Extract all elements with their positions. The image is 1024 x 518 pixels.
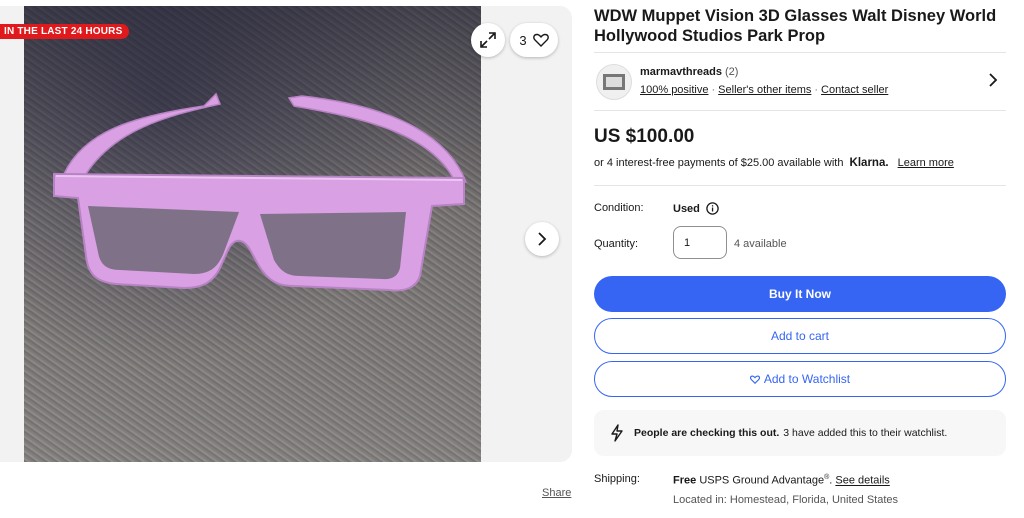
- divider: [594, 185, 1006, 186]
- next-image-button[interactable]: [525, 222, 559, 256]
- divider: [594, 52, 1006, 53]
- add-to-watchlist-button[interactable]: Add to Watchlist: [594, 361, 1006, 397]
- installments-info: or 4 interest-free payments of $25.00 av…: [594, 157, 954, 169]
- condition-label: Condition:: [594, 202, 644, 214]
- installments-text: or 4 interest-free payments of $25.00 av…: [594, 157, 844, 169]
- seller-avatar[interactable]: [596, 64, 632, 100]
- shipping-value: Free USPS Ground Advantage®. See details: [673, 474, 890, 487]
- condition-value: Used: [673, 202, 700, 215]
- registered-mark: ®: [824, 474, 830, 481]
- chevron-right-icon: [538, 232, 547, 246]
- expand-icon: [480, 32, 496, 48]
- seller-feedback-count: (2): [725, 66, 739, 78]
- seller-name-row[interactable]: marmavthreads (2): [640, 66, 738, 78]
- divider: [594, 110, 1006, 111]
- heart-icon: [532, 33, 549, 47]
- quantity-available: 4 available: [734, 238, 787, 250]
- watchers-signal: People are checking this out. 3 have add…: [594, 410, 1006, 456]
- see-details-link[interactable]: See details: [835, 475, 889, 487]
- quantity-input[interactable]: 1: [673, 226, 727, 259]
- watch-count-button[interactable]: 3: [510, 23, 558, 57]
- signal-bold: People are checking this out.: [634, 427, 780, 439]
- seller-name[interactable]: marmavthreads: [640, 66, 722, 78]
- seller-other-items-link[interactable]: Seller's other items: [718, 84, 811, 96]
- share-link[interactable]: Share: [542, 487, 571, 499]
- image-gallery: IN THE LAST 24 HOURS 3: [0, 6, 572, 462]
- recent-activity-badge: IN THE LAST 24 HOURS: [0, 24, 130, 39]
- buy-it-now-button[interactable]: Buy It Now: [594, 276, 1006, 312]
- shipping-service: USPS Ground Advantage: [699, 474, 825, 487]
- learn-more-link[interactable]: Learn more: [898, 157, 954, 169]
- add-to-watchlist-label: Add to Watchlist: [763, 372, 851, 386]
- shipping-free: Free: [673, 474, 697, 487]
- signal-text: 3 have added this to their watchlist.: [783, 427, 948, 439]
- store-logo-icon: [603, 74, 625, 90]
- lightning-icon: [610, 424, 624, 442]
- listing-title: WDW Muppet Vision 3D Glasses Walt Disney…: [594, 7, 997, 45]
- condition-value-row: Used: [673, 202, 719, 215]
- seller-positive-link[interactable]: 100% positive: [640, 84, 709, 96]
- heart-icon: [749, 374, 760, 384]
- info-icon[interactable]: [706, 202, 719, 215]
- chevron-right-icon[interactable]: [988, 72, 998, 88]
- item-price: US $100.00: [594, 126, 695, 147]
- shipping-label: Shipping:: [594, 473, 640, 485]
- contact-seller-link[interactable]: Contact seller: [821, 84, 888, 96]
- expand-image-button[interactable]: [471, 23, 505, 57]
- klarna-logo: Klarna.: [849, 157, 889, 169]
- product-photo[interactable]: [24, 6, 481, 462]
- watch-count: 3: [519, 32, 527, 48]
- glasses-image: [53, 92, 468, 292]
- add-to-cart-button[interactable]: Add to cart: [594, 318, 1006, 354]
- seller-links: 100% positive · Seller's other items · Conta…: [640, 84, 889, 96]
- item-location: Located in: Homestead, Florida, United S…: [673, 494, 899, 506]
- quantity-label: Quantity:: [594, 238, 639, 250]
